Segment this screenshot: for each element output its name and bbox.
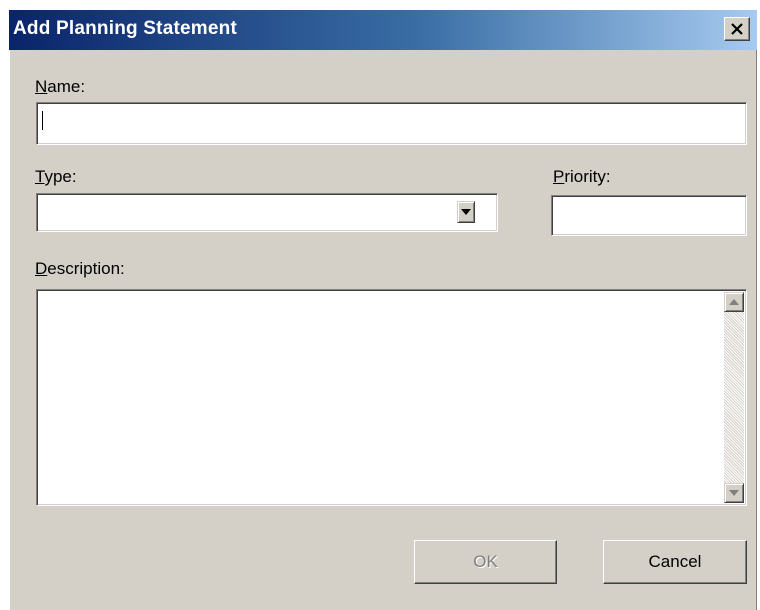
type-dropdown-button[interactable]: [457, 201, 475, 223]
name-label: Name:: [35, 77, 86, 96]
cancel-button[interactable]: Cancel: [603, 540, 747, 584]
title-bar[interactable]: Add Planning Statement: [9, 10, 757, 50]
scroll-down-arrow-icon: [729, 490, 739, 496]
add-planning-statement-dialog: Add Planning Statement Name: Type: Prior…: [9, 10, 757, 610]
name-field[interactable]: [36, 102, 747, 145]
dialog-title: Add Planning Statement: [13, 18, 237, 39]
type-label: Type:: [35, 167, 77, 186]
close-icon: [731, 23, 743, 35]
close-button[interactable]: [724, 17, 750, 41]
scroll-down-button[interactable]: [724, 483, 744, 503]
description-textarea[interactable]: [36, 289, 747, 506]
chevron-down-icon: [461, 209, 471, 215]
scroll-up-button[interactable]: [724, 292, 744, 312]
priority-label: Priority:: [553, 167, 611, 186]
name-input[interactable]: [39, 105, 744, 142]
priority-field[interactable]: [551, 195, 747, 236]
description-label: Description:: [35, 259, 125, 278]
scroll-up-arrow-icon: [729, 299, 739, 305]
priority-input[interactable]: [554, 198, 744, 233]
text-caret: [42, 111, 43, 130]
ok-button[interactable]: OK: [414, 540, 557, 584]
description-scrollbar[interactable]: [724, 292, 744, 503]
type-select[interactable]: [36, 193, 498, 232]
